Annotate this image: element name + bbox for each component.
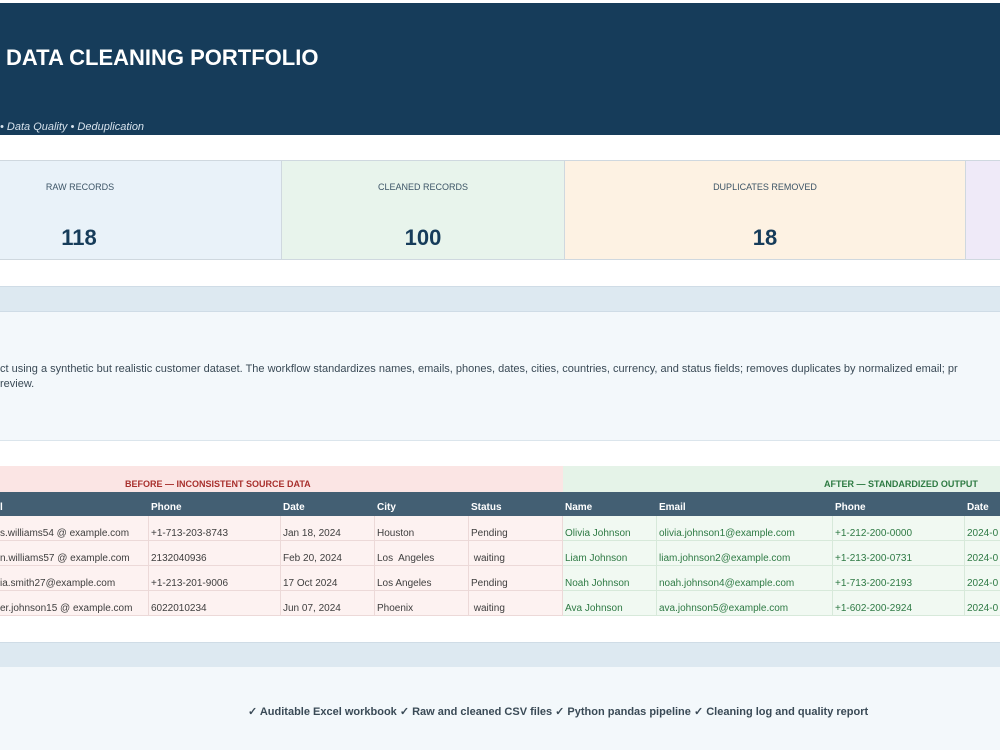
- before-date-cell: Jun 07, 2024: [281, 591, 375, 616]
- footer: ✓ Auditable Excel workbook ✓ Raw and cle…: [0, 667, 1000, 750]
- after-title: AFTER — STANDARDIZED OUTPUT: [824, 479, 978, 489]
- kpi-value: 118: [61, 225, 97, 250]
- before-city-cell: Los Angeles: [375, 541, 469, 566]
- after-email-cell: olivia.johnson1@example.com: [657, 516, 833, 541]
- kpi-cleaned-records: CLEANED RECORDS 100: [281, 160, 565, 260]
- table-row: n.williams57 @ example.com 2132040936 Fe…: [0, 541, 1000, 566]
- before-phone-cell: +1-213-201-9006: [149, 566, 281, 591]
- page-title: DATA CLEANING PORTFOLIO: [6, 45, 319, 70]
- col-email-after: Email: [659, 502, 686, 513]
- col-name-after: Name: [565, 502, 593, 513]
- after-phone-cell: +1-713-200-2193: [833, 566, 965, 591]
- kpi-label: RAW RECORDS: [45, 182, 115, 192]
- col-phone-before: Phone: [151, 502, 182, 513]
- before-status-cell: Pending: [469, 516, 563, 541]
- after-email-cell: ava.johnson5@example.com: [657, 591, 833, 616]
- after-name-cell: Noah Johnson: [563, 566, 657, 591]
- col-email-before: l: [0, 502, 3, 513]
- kpi-value: 18: [752, 225, 778, 250]
- col-city-before: City: [377, 502, 396, 513]
- before-status-cell: waiting: [469, 541, 563, 566]
- before-city-cell: Los Angeles: [375, 566, 469, 591]
- description-line: ct using a synthetic but realistic custo…: [0, 363, 958, 375]
- kpi-raw-records: RAW RECORDS 118: [0, 160, 282, 260]
- before-email-cell: ia.smith27@example.com: [0, 566, 149, 591]
- before-date-cell: Feb 20, 2024: [281, 541, 375, 566]
- col-date-after: Date: [967, 502, 989, 513]
- page-subtitle: • Data Quality • Deduplication: [0, 121, 145, 133]
- kpi-label: DUPLICATES REMOVED: [713, 182, 817, 192]
- deliverables-list: ✓ Auditable Excel workbook ✓ Raw and cle…: [248, 706, 869, 718]
- after-date-cell: 2024-0: [965, 566, 1000, 591]
- after-phone-cell: +1-602-200-2924: [833, 591, 965, 616]
- before-phone-cell: 2132040936: [149, 541, 281, 566]
- before-city-cell: Phoenix: [375, 591, 469, 616]
- project-description: ct using a synthetic but realistic custo…: [0, 362, 1000, 396]
- kpi-label: CLEANED RECORDS: [377, 182, 469, 192]
- after-email-cell: liam.johnson2@example.com: [657, 541, 833, 566]
- kpi-row: RAW RECORDS 118 CLEANED RECORDS 100 DUPL…: [0, 160, 1000, 260]
- table-row: er.johnson15 @ example.com 6022010234 Ju…: [0, 591, 1000, 616]
- after-phone-cell: +1-212-200-0000: [833, 516, 965, 541]
- before-phone-cell: 6022010234: [149, 591, 281, 616]
- before-date-cell: Jan 18, 2024: [281, 516, 375, 541]
- before-email-cell: n.williams57 @ example.com: [0, 541, 149, 566]
- section-band: [0, 642, 1000, 668]
- before-email-cell: s.williams54 @ example.com: [0, 516, 149, 541]
- before-email-cell: er.johnson15 @ example.com: [0, 591, 149, 616]
- table-row: s.williams54 @ example.com +1-713-203-87…: [0, 516, 1000, 541]
- kpi-extra: [965, 160, 1000, 260]
- col-date-before: Date: [283, 502, 305, 513]
- before-phone-cell: +1-713-203-8743: [149, 516, 281, 541]
- col-status-before: Status: [471, 502, 502, 513]
- kpi-duplicates-removed: DUPLICATES REMOVED 18: [564, 160, 966, 260]
- before-date-cell: 17 Oct 2024: [281, 566, 375, 591]
- after-date-cell: 2024-0: [965, 516, 1000, 541]
- kpi-value: 100: [404, 225, 442, 250]
- after-section-header: AFTER — STANDARDIZED OUTPUT: [563, 466, 1000, 492]
- after-name-cell: Olivia Johnson: [563, 516, 657, 541]
- before-status-cell: Pending: [469, 566, 563, 591]
- after-email-cell: noah.johnson4@example.com: [657, 566, 833, 591]
- after-date-cell: 2024-0: [965, 591, 1000, 616]
- description-block: ct using a synthetic but realistic custo…: [0, 312, 1000, 441]
- table-row: ia.smith27@example.com +1-213-201-9006 1…: [0, 566, 1000, 591]
- before-section-header: BEFORE — INCONSISTENT SOURCE DATA: [0, 466, 563, 492]
- after-date-cell: 2024-0: [965, 541, 1000, 566]
- page-header: DATA CLEANING PORTFOLIO • Data Quality •…: [0, 3, 1000, 135]
- column-headers: l Phone Date City Status Name Email Phon…: [0, 492, 1000, 516]
- after-name-cell: Ava Johnson: [563, 591, 657, 616]
- col-phone-after: Phone: [835, 502, 866, 513]
- before-title: BEFORE — INCONSISTENT SOURCE DATA: [125, 479, 311, 489]
- section-band: [0, 286, 1000, 312]
- before-city-cell: Houston: [375, 516, 469, 541]
- description-line: review.: [0, 378, 35, 390]
- after-phone-cell: +1-213-200-0731: [833, 541, 965, 566]
- after-name-cell: Liam Johnson: [563, 541, 657, 566]
- before-status-cell: waiting: [469, 591, 563, 616]
